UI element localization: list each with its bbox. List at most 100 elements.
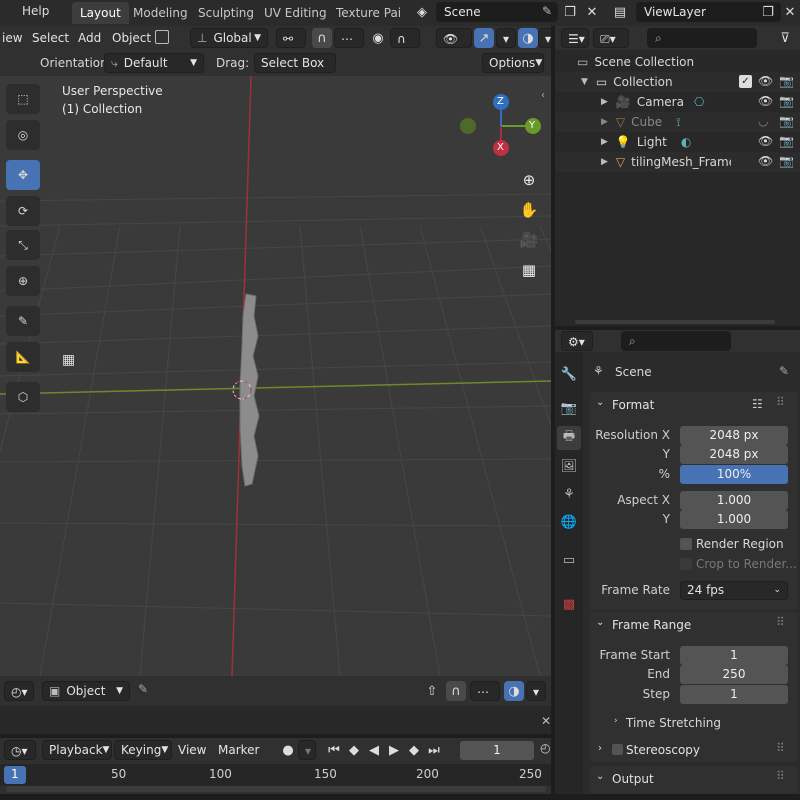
proportional-edit-icon[interactable]: ◉: [368, 28, 388, 48]
tab-modeling[interactable]: Modeling: [125, 2, 196, 24]
outliner-scrollbar[interactable]: [575, 320, 775, 324]
overlay-dropdown[interactable]: ▾: [538, 28, 551, 48]
move-tool-icon[interactable]: ✥: [6, 160, 40, 190]
timeline-view-menu[interactable]: View: [172, 740, 212, 760]
play-icon[interactable]: ▶: [384, 740, 404, 760]
close-region-icon[interactable]: ✕: [541, 714, 551, 728]
crop-checkbox[interactable]: [680, 558, 692, 570]
marker-menu[interactable]: Marker: [212, 740, 265, 760]
scene-icon[interactable]: ◈: [412, 2, 432, 22]
timeline-scrollbar[interactable]: [6, 786, 546, 792]
resolution-y-field[interactable]: 2048 px: [680, 445, 788, 464]
scene-tab-icon[interactable]: ⚘: [557, 482, 581, 506]
add-cube-tool-icon[interactable]: ⬡: [6, 382, 40, 412]
presets-list-icon[interactable]: ☷: [752, 397, 763, 411]
outliner-row-camera[interactable]: ▶ 🎥 Camera ⎔ 👁 📷: [555, 92, 800, 112]
options-dropdown[interactable]: Options ▼: [482, 53, 544, 73]
frame-rate-dropdown[interactable]: 24 fps ⌄: [680, 581, 788, 600]
render-camera-icon[interactable]: 📷: [779, 74, 794, 88]
pin-icon[interactable]: ✎: [779, 364, 789, 378]
collection-tab-icon[interactable]: ▭: [557, 548, 581, 572]
expand-arrow-icon[interactable]: ▶: [601, 97, 608, 107]
record-options-dropdown[interactable]: ▾: [298, 740, 316, 760]
expand-arrow-icon[interactable]: ▼: [581, 77, 588, 87]
frame-range-title[interactable]: Frame Range: [612, 618, 691, 632]
snap-footer-dropdown[interactable]: ⋯: [470, 681, 500, 701]
properties-editor-dropdown[interactable]: ⚙▾: [561, 331, 593, 351]
cursor-tool-icon[interactable]: ◎: [6, 120, 40, 150]
chevron-down-icon[interactable]: ⌄: [596, 397, 604, 408]
3d-viewport[interactable]: iew Select Add Object ⊥ Global ▼ ⚯ ∩ ⋯ ◉…: [0, 26, 551, 676]
keying-menu[interactable]: Keying ▼: [114, 740, 172, 760]
new-scene-icon[interactable]: ❐: [560, 2, 580, 22]
timeline-ruler[interactable]: 1 50 100 150 200 250: [0, 764, 551, 786]
visibility-eye-icon[interactable]: 👁: [758, 154, 773, 168]
falloff-dropdown[interactable]: ∩: [390, 28, 420, 48]
mode-checkbox-icon[interactable]: [155, 30, 169, 44]
play-reverse-icon[interactable]: ◀: [364, 740, 384, 760]
scale-tool-icon[interactable]: ⤡: [6, 230, 40, 260]
camera-view-icon[interactable]: 🎥: [515, 226, 543, 254]
tab-sculpting[interactable]: Sculpting: [190, 2, 262, 24]
transform-orientation-dropdown[interactable]: ⊥ Global ▼: [190, 28, 268, 48]
next-keyframe-icon[interactable]: ◆: [404, 740, 424, 760]
add-menu[interactable]: Add: [72, 28, 107, 48]
view-layer-tab-icon[interactable]: 🖼: [557, 454, 581, 478]
new-view-layer-icon[interactable]: ❐: [758, 2, 778, 22]
mode-dropdown[interactable]: ▣ Object ▼: [42, 681, 130, 701]
render-region-checkbox[interactable]: [680, 538, 692, 550]
drag-dropdown[interactable]: Select Box: [254, 53, 336, 73]
outliner-row-light[interactable]: ▶ 💡 Light ◐ 👁 📷: [555, 132, 800, 152]
frame-start-field[interactable]: 1: [680, 646, 788, 665]
resolution-percent-field[interactable]: 100%: [680, 465, 788, 484]
tool-tab-icon[interactable]: 🔧: [557, 362, 581, 386]
gizmo-dropdown[interactable]: ▾: [496, 28, 516, 48]
snap-icon[interactable]: ∩: [312, 28, 332, 48]
visibility-dropdown[interactable]: 👁: [436, 28, 472, 48]
hidden-eye-icon[interactable]: ◡: [758, 114, 768, 128]
jump-start-icon[interactable]: ⏮: [324, 740, 344, 760]
snap-target-dropdown[interactable]: ⋯: [334, 28, 364, 48]
outliner-row-scene-collection[interactable]: ▭ Scene Collection: [555, 52, 800, 72]
aspect-y-field[interactable]: 1.000: [680, 510, 788, 529]
playback-menu[interactable]: Playback ▼: [42, 740, 112, 760]
gizmo-toggle-icon[interactable]: ↗: [474, 28, 494, 48]
chevron-down-icon[interactable]: ⌄: [596, 617, 604, 628]
visibility-eye-icon[interactable]: 👁: [758, 134, 773, 148]
filter-icon[interactable]: ⊽: [775, 28, 795, 48]
clock-icon[interactable]: ◴: [540, 741, 550, 755]
overlay-toggle-icon[interactable]: ◑: [518, 28, 538, 48]
render-camera-icon[interactable]: 📷: [779, 134, 794, 148]
prev-keyframe-icon[interactable]: ◆: [344, 740, 364, 760]
chevron-right-icon[interactable]: ›: [598, 743, 602, 754]
record-icon[interactable]: ●: [278, 740, 298, 760]
transform-tool-icon[interactable]: ⊕: [6, 266, 40, 296]
frame-end-field[interactable]: 250: [680, 665, 788, 684]
output-tab-icon[interactable]: 🖶: [557, 426, 581, 450]
tab-texture-paint[interactable]: Texture Paint: [328, 2, 402, 24]
current-frame-field[interactable]: 1: [460, 741, 534, 760]
editor-type-dropdown[interactable]: ◴▾: [4, 681, 34, 701]
delete-scene-icon[interactable]: ✕: [582, 2, 602, 22]
orientation-dropdown[interactable]: ⤷ Default ▼: [104, 53, 204, 73]
transform-icon[interactable]: ⇧: [422, 681, 442, 701]
select-box-tool-icon[interactable]: ⬚: [6, 84, 40, 114]
pivot-dropdown[interactable]: ⚯: [276, 28, 306, 48]
outliner-row-collection[interactable]: ▼ ▭ Collection ✓ 👁 📷: [555, 72, 800, 92]
drag-handle-icon[interactable]: ⠿: [776, 769, 785, 783]
texture-tab-icon[interactable]: ▩: [557, 592, 581, 616]
aspect-x-field[interactable]: 1.000: [680, 491, 788, 510]
ortho-grid-icon[interactable]: ▦: [515, 256, 543, 284]
overlay-footer-icon[interactable]: ◑: [504, 681, 524, 701]
timeline-editor-dropdown[interactable]: ◷▾: [4, 740, 36, 760]
format-title[interactable]: Format: [612, 398, 654, 412]
stereoscopy-checkbox[interactable]: [612, 744, 623, 755]
tab-layout[interactable]: Layout: [72, 2, 129, 24]
help-menu[interactable]: Help: [22, 4, 49, 18]
outliner-editor-dropdown[interactable]: ☰▾: [561, 28, 589, 48]
pan-hand-icon[interactable]: ✋: [515, 196, 543, 224]
drag-handle-icon[interactable]: ⠿: [776, 395, 785, 409]
jump-end-icon[interactable]: ⏭: [424, 740, 444, 760]
drag-handle-icon[interactable]: ⠿: [776, 741, 785, 755]
world-tab-icon[interactable]: 🌐: [557, 510, 581, 534]
